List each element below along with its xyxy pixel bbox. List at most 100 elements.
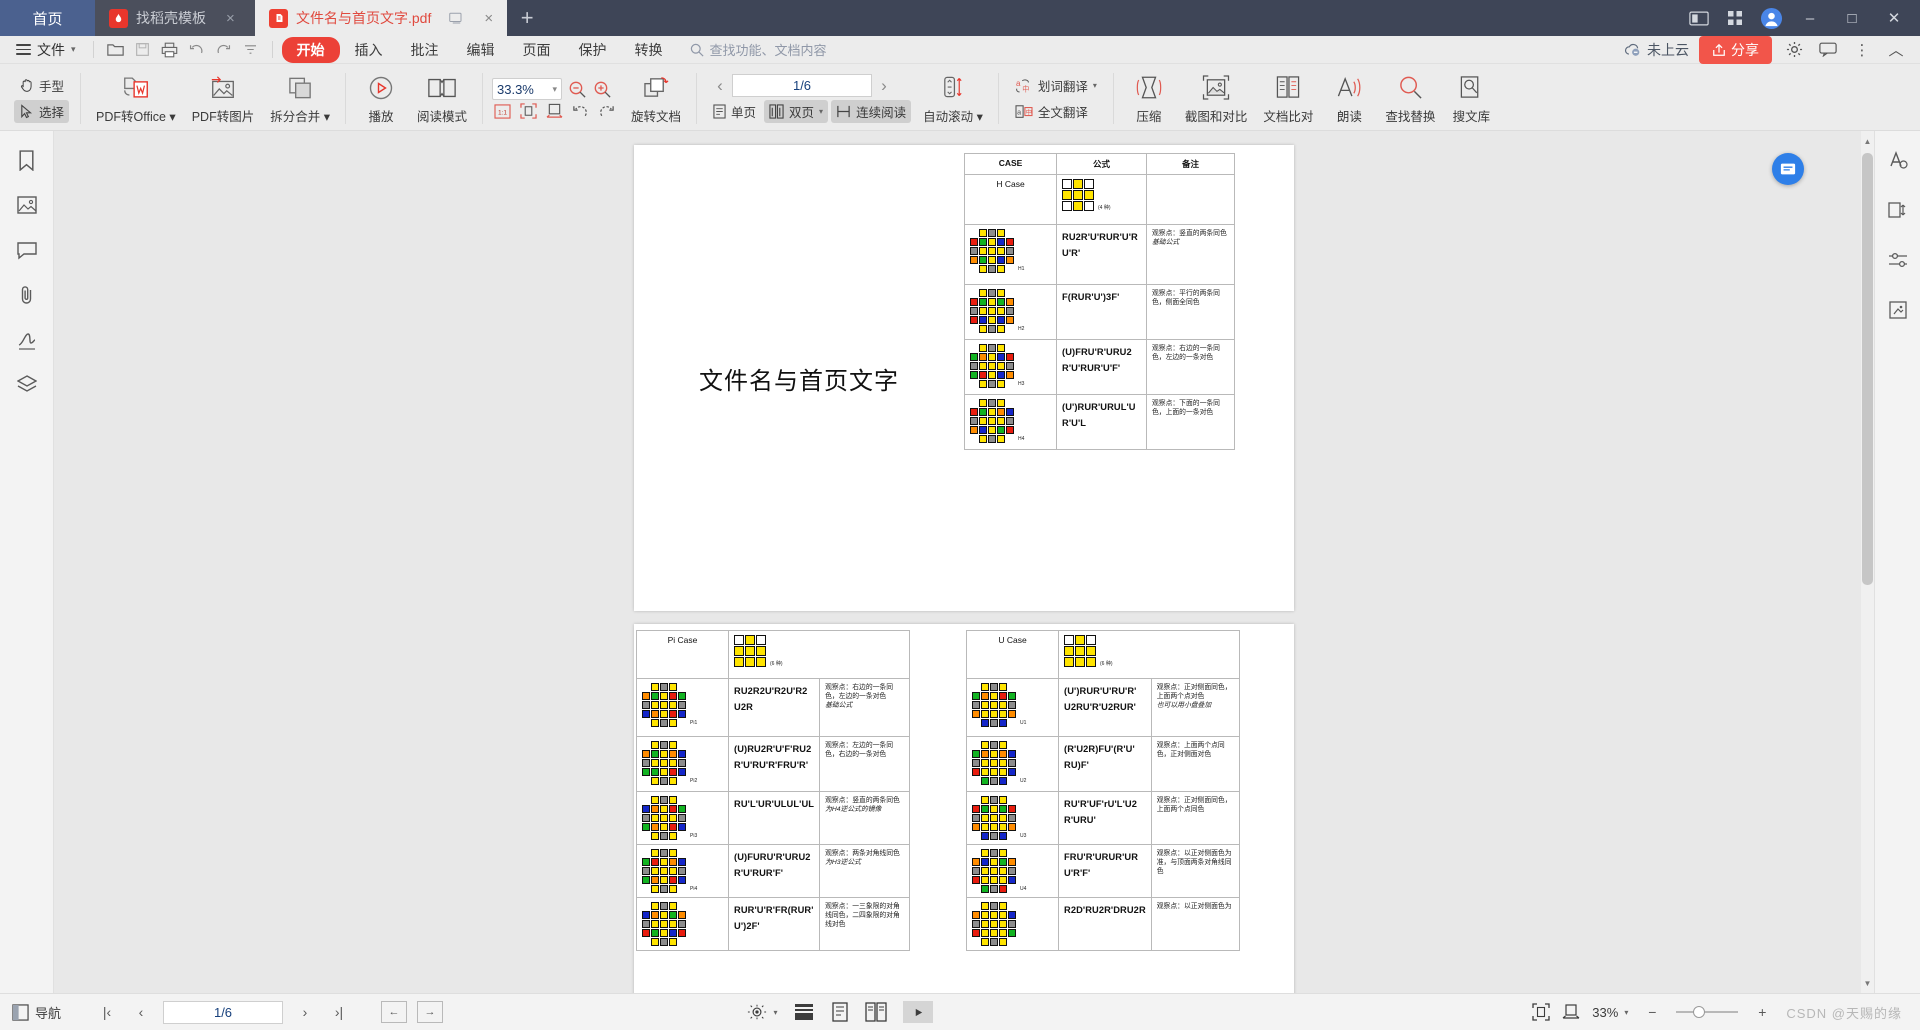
tool-full-translate[interactable]: a中 全文翻译: [1010, 100, 1102, 123]
settings-gear-icon[interactable]: [1782, 41, 1806, 58]
close-button[interactable]: ✕: [1874, 0, 1914, 36]
adjust-icon[interactable]: [1883, 245, 1913, 275]
ribbon-tab-comment[interactable]: 批注: [398, 37, 452, 63]
tool-screenshot-compare[interactable]: 截图和对比: [1177, 67, 1256, 130]
chevron-down-icon[interactable]: ▾: [552, 84, 557, 95]
tab-home[interactable]: 首页: [0, 0, 95, 36]
fit-page-status-icon[interactable]: [1532, 1003, 1550, 1021]
actual-size-icon[interactable]: 1:1: [494, 103, 511, 119]
ribbon-tab-insert[interactable]: 插入: [342, 37, 396, 63]
fit-width-icon[interactable]: [546, 103, 563, 119]
save-icon[interactable]: [130, 38, 155, 62]
redo-icon[interactable]: [211, 38, 236, 62]
tool-hand-mode[interactable]: 手型: [14, 74, 69, 97]
pdf-page-1[interactable]: 文件名与首页文字 CASE 公式 备注 H Case (4 种) H1 RU2R…: [634, 145, 1294, 611]
vertical-scrollbar[interactable]: ▲ ▼: [1861, 131, 1874, 993]
new-tab-button[interactable]: +: [507, 0, 547, 36]
tool-split-merge[interactable]: 拆分合并 ▾: [262, 67, 338, 130]
maximize-button[interactable]: □: [1832, 0, 1872, 36]
prev-view-icon[interactable]: ←: [381, 1001, 408, 1023]
bookmark-icon[interactable]: [12, 145, 42, 175]
scroll-down-icon[interactable]: ▼: [1861, 975, 1874, 991]
tool-read-aloud[interactable]: 朗读: [1321, 67, 1377, 130]
attachment-icon[interactable]: [12, 280, 42, 310]
tab-preview-icon[interactable]: [449, 12, 464, 25]
zoom-slider-track[interactable]: [1676, 1006, 1739, 1018]
ribbon-tab-start[interactable]: 开始: [281, 36, 340, 63]
last-page-icon[interactable]: ›|: [327, 1000, 351, 1024]
zoom-in-icon[interactable]: [593, 80, 612, 99]
slideshow-play-button[interactable]: [903, 1001, 934, 1023]
zoom-level-input[interactable]: 33.3% ▾: [492, 78, 562, 100]
ribbon-tab-convert[interactable]: 转换: [622, 37, 676, 63]
minimize-button[interactable]: –: [1790, 0, 1830, 36]
tool-compress[interactable]: 压缩: [1121, 67, 1177, 130]
page-indicator-input[interactable]: 1/6: [732, 74, 873, 97]
crop-icon[interactable]: [1883, 295, 1913, 325]
page-view-icon[interactable]: [831, 1002, 849, 1022]
ribbon-tab-page[interactable]: 页面: [510, 37, 564, 63]
first-page-icon[interactable]: |‹: [95, 1000, 119, 1024]
layers-icon[interactable]: [12, 370, 42, 400]
tab-pdf-close-icon[interactable]: ×: [484, 10, 493, 27]
page-layout-icon[interactable]: [1883, 195, 1913, 225]
zoom-slider-knob[interactable]: [1693, 1006, 1706, 1018]
file-menu-button[interactable]: 文件 ▾: [8, 38, 84, 62]
tab-docer-close-icon[interactable]: ×: [226, 10, 235, 27]
view-double-page[interactable]: 双页 ▾: [764, 100, 829, 123]
chevron-down-icon[interactable]: ▾: [773, 1008, 777, 1017]
single-view-icon[interactable]: [793, 1002, 815, 1022]
open-folder-icon[interactable]: [103, 38, 128, 62]
zoom-in-status-icon[interactable]: +: [1750, 1000, 1774, 1024]
chevron-down-icon[interactable]: ▾: [1093, 81, 1097, 90]
pdf-page-2[interactable]: Pi Case (6 种) Pi1 RU2R2U'R2U'R2 U2R 观察点：…: [634, 624, 1294, 993]
fit-page-icon[interactable]: [520, 103, 537, 119]
share-button[interactable]: 分享: [1699, 35, 1772, 64]
dual-view-icon[interactable]: [865, 1002, 888, 1022]
undo-icon[interactable]: [184, 38, 209, 62]
eye-protection-button[interactable]: ▾: [747, 1003, 777, 1021]
more-options-icon[interactable]: ⋮: [1850, 41, 1874, 59]
tool-select-mode[interactable]: 选择: [14, 100, 70, 123]
tool-pdf-to-image[interactable]: PDF转图片: [184, 67, 263, 130]
split-view-icon[interactable]: [1682, 3, 1716, 33]
status-page-input[interactable]: 1/6: [163, 1000, 284, 1024]
print-icon[interactable]: [157, 38, 182, 62]
tool-find-replace[interactable]: 查找替换: [1377, 67, 1443, 130]
tab-docer-template[interactable]: 找稻壳模板 ×: [95, 0, 255, 36]
tool-read-mode[interactable]: 阅读模式: [409, 67, 475, 130]
zoom-slider[interactable]: [1676, 1006, 1739, 1018]
tool-play[interactable]: 播放: [353, 67, 409, 130]
next-view-icon[interactable]: →: [417, 1001, 444, 1023]
feedback-icon[interactable]: [1816, 42, 1840, 57]
tool-pdf-to-office[interactable]: PDF转Office ▾: [88, 67, 184, 130]
tool-rotate-document[interactable]: 旋转文档: [623, 67, 689, 130]
chevron-down-icon[interactable]: ▾: [1624, 1008, 1628, 1017]
cloud-status-button[interactable]: 未上云: [1624, 40, 1689, 60]
prev-page-icon[interactable]: ‹: [129, 1000, 153, 1024]
scroll-up-icon[interactable]: ▲: [1861, 133, 1874, 149]
ribbon-tab-edit[interactable]: 编辑: [454, 37, 508, 63]
search-box[interactable]: 查找功能、文档内容: [690, 39, 990, 61]
text-format-icon[interactable]: [1883, 145, 1913, 175]
zoom-out-icon[interactable]: [568, 80, 587, 99]
floating-scan-button[interactable]: [1772, 153, 1804, 185]
ribbon-tab-protect[interactable]: 保护: [566, 37, 620, 63]
rotate-left-icon[interactable]: [572, 104, 589, 119]
collapse-ribbon-icon[interactable]: ︿: [1884, 39, 1908, 60]
next-page-icon[interactable]: ›: [293, 1000, 317, 1024]
tool-word-translate[interactable]: a中 划词翻译 ▾: [1010, 74, 1102, 97]
tool-doc-compare[interactable]: 文档比对: [1255, 67, 1321, 130]
tab-pdf-document[interactable]: 文件名与首页文字.pdf ×: [255, 0, 508, 36]
rotate-right-icon[interactable]: [598, 104, 615, 119]
signature-icon[interactable]: [12, 325, 42, 355]
comment-icon[interactable]: [12, 235, 42, 265]
zoom-out-status-icon[interactable]: −: [1640, 1000, 1664, 1024]
document-viewport[interactable]: 文件名与首页文字 CASE 公式 备注 H Case (4 种) H1 RU2R…: [54, 131, 1874, 993]
next-page-icon[interactable]: ›: [872, 76, 896, 96]
thumbnail-icon[interactable]: [12, 190, 42, 220]
prev-page-icon[interactable]: ‹: [708, 76, 732, 96]
view-single-page[interactable]: 单页: [708, 100, 761, 123]
chevron-down-icon[interactable]: ▾: [819, 107, 823, 116]
fit-width-status-icon[interactable]: [1562, 1003, 1580, 1021]
